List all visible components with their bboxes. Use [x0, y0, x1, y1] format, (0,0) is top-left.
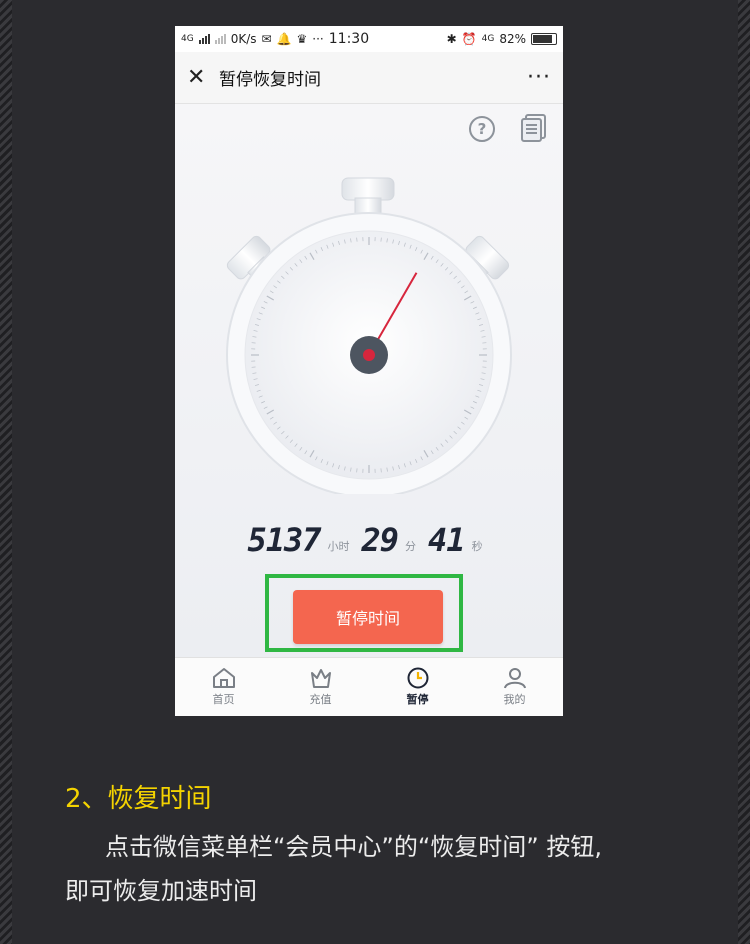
- seconds-unit: 秒: [471, 540, 483, 553]
- document-icon[interactable]: [521, 114, 547, 142]
- main-content: ? 5137 小时 29 分 41 秒 暂停时间: [175, 104, 563, 658]
- pause-time-button[interactable]: 暂停时间: [293, 590, 443, 644]
- alarm-icon: ⏰: [461, 32, 477, 46]
- right-border-stripe: [738, 0, 750, 944]
- left-border-stripe: [0, 0, 12, 944]
- signal-icon: [198, 34, 210, 44]
- status-dots: ···: [312, 32, 324, 46]
- user-icon: [503, 668, 526, 689]
- tab-recharge-label: 充值: [309, 693, 332, 706]
- minutes-value: 29: [361, 521, 400, 559]
- caption-line-2: 即可恢复加速时间: [65, 877, 257, 905]
- battery-icon: [531, 33, 557, 45]
- stopwatch-illustration: [226, 177, 512, 494]
- home-icon: [212, 668, 235, 688]
- tab-profile[interactable]: 我的: [466, 658, 563, 716]
- question-circle-icon[interactable]: ?: [469, 116, 495, 142]
- tab-profile-label: 我的: [503, 693, 526, 706]
- title-bar: ✕ 暂停恢复时间 ···: [175, 52, 563, 104]
- seconds-value: 41: [428, 521, 466, 559]
- crown-icon: [310, 669, 331, 688]
- battery-percent: 82%: [499, 32, 526, 46]
- hours-value: 5137: [247, 521, 321, 559]
- stopwatch-crown: [341, 177, 395, 201]
- tab-pause[interactable]: 暂停: [369, 658, 466, 716]
- bluetooth-icon: ✱: [446, 32, 457, 46]
- caption-heading: 2、恢复时间: [65, 784, 212, 814]
- bottom-tab-bar: 首页 充值 暂停 我的: [175, 657, 563, 716]
- hours-unit: 小时: [327, 540, 350, 553]
- tab-home[interactable]: 首页: [175, 658, 272, 716]
- network-type-left: 4G: [181, 34, 194, 44]
- page-title: 暂停恢复时间: [219, 70, 321, 90]
- network-speed: 0K/s: [230, 32, 257, 46]
- caption-paragraph: 点击微信菜单栏“会员中心”的“恢复时间” 按钮, 即可恢复加速时间: [65, 825, 720, 913]
- minutes-unit: 分: [405, 540, 417, 553]
- more-menu-icon[interactable]: ···: [527, 65, 551, 90]
- elapsed-time-display: 5137 小时 29 分 41 秒: [175, 524, 563, 556]
- instruction-caption: 2、恢复时间 点击微信菜单栏“会员中心”的“恢复时间” 按钮, 即可恢复加速时间: [65, 778, 720, 913]
- clock-icon: [407, 667, 428, 689]
- crown-status-icon: ♛: [296, 32, 308, 46]
- stopwatch-hub-center: [363, 349, 375, 361]
- mail-icon: ✉: [261, 32, 272, 46]
- tab-recharge[interactable]: 充值: [272, 658, 369, 716]
- caption-line-1: 点击微信菜单栏“会员中心”的“恢复时间” 按钮,: [105, 833, 602, 861]
- signal-icon-secondary: [214, 34, 226, 44]
- notification-bell-icon: 🔔: [276, 32, 292, 46]
- close-icon[interactable]: ✕: [187, 65, 217, 90]
- network-type-right: 4G: [481, 34, 495, 44]
- status-bar: 4G 0K/s ✉ 🔔 ♛ ··· 11:30 ✱ ⏰ 4G 82%: [175, 26, 563, 52]
- tab-home-label: 首页: [212, 693, 235, 706]
- clock-time: 11:30: [328, 31, 370, 47]
- tab-pause-label: 暂停: [406, 693, 429, 706]
- phone-screenshot: 4G 0K/s ✉ 🔔 ♛ ··· 11:30 ✱ ⏰ 4G 82% ✕ 暂停恢…: [175, 26, 563, 716]
